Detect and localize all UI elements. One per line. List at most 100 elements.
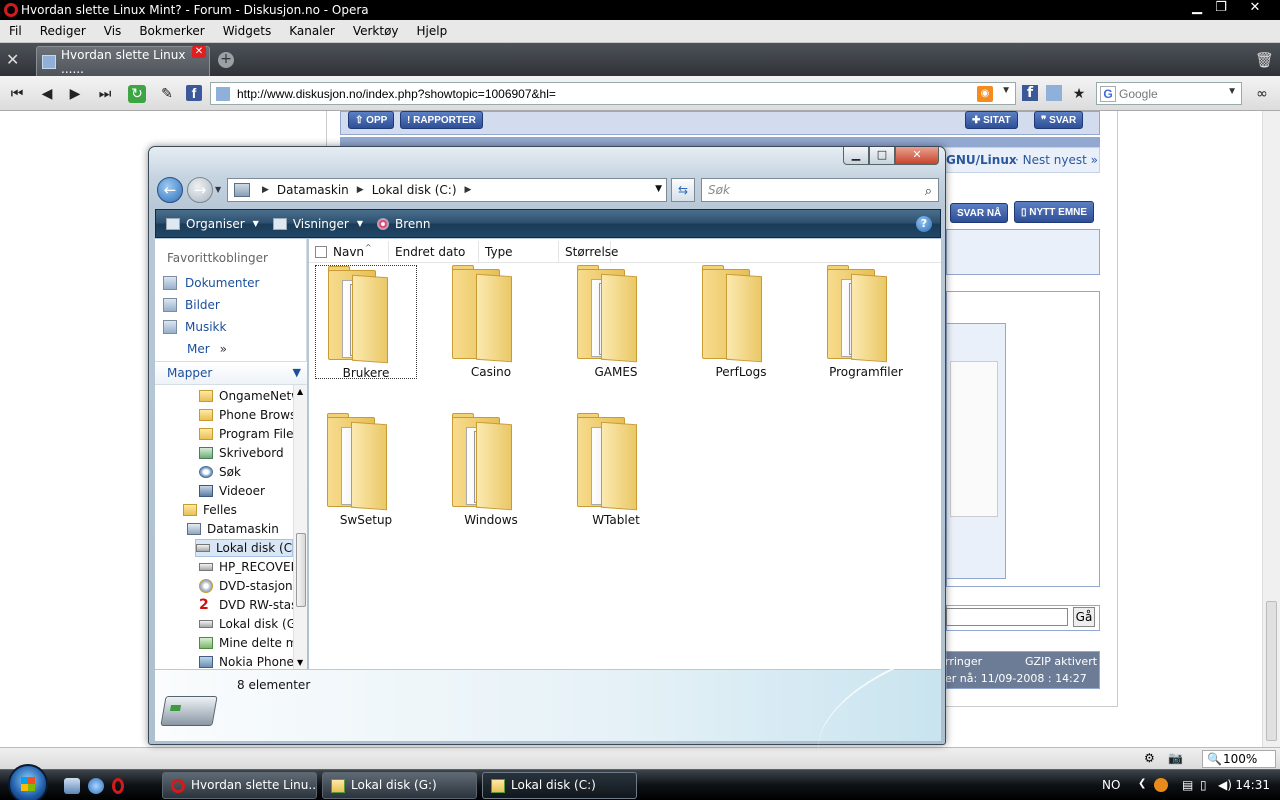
address-bar[interactable]: http://www.diskusjon.no/index.php?showto…: [210, 82, 1016, 105]
go-button[interactable]: Gå: [1073, 607, 1095, 627]
tree-item[interactable]: Felles: [183, 501, 293, 519]
opera-quicklaunch-icon[interactable]: [112, 778, 124, 794]
opp-button[interactable]: ⇧ OPP: [348, 111, 395, 129]
tab-forum[interactable]: Hvordan slette Linux ...... ✕: [36, 46, 210, 76]
explorer-back-button[interactable]: ←: [157, 177, 183, 203]
tree-item[interactable]: Søk: [199, 463, 293, 481]
ie-icon[interactable]: [88, 778, 104, 794]
organize-button[interactable]: Organiser ▼: [166, 217, 259, 231]
folders-header[interactable]: Mapper ▼: [155, 361, 307, 385]
network-icon[interactable]: ▤: [1182, 778, 1193, 792]
breadcrumb-separator-icon[interactable]: ▶: [465, 185, 472, 195]
tools-icon[interactable]: ✕: [6, 51, 26, 69]
menu-fil[interactable]: Fil: [0, 24, 31, 38]
volume-icon[interactable]: ◀): [1218, 778, 1232, 792]
rss-icon[interactable]: ◉: [977, 86, 993, 102]
minimize-button[interactable]: ▁: [1184, 0, 1210, 18]
fast-forward-icon[interactable]: ⏭: [96, 85, 114, 103]
tree-scrollbar[interactable]: ▲ ▼: [293, 385, 307, 669]
facebook-panel-icon[interactable]: f: [1022, 85, 1038, 101]
zoom-control[interactable]: 🔍 100%: [1202, 750, 1276, 768]
menu-vis[interactable]: Vis: [95, 24, 131, 38]
tree-scrollbar-thumb[interactable]: [296, 533, 306, 607]
tree-item[interactable]: Datamaskin: [187, 520, 293, 538]
explorer-minimize-button[interactable]: ▁: [843, 147, 869, 165]
tree-item[interactable]: HP_RECOVER: [199, 558, 293, 576]
maximize-button[interactable]: ❐: [1208, 0, 1234, 18]
folder-item[interactable]: WTablet: [565, 413, 667, 527]
refresh-button[interactable]: ⇆: [671, 178, 695, 202]
power-icon[interactable]: ▯: [1200, 778, 1207, 792]
clock[interactable]: 14:31: [1235, 778, 1270, 792]
address-history-dropdown-icon[interactable]: ▼: [655, 184, 662, 194]
column-header-size[interactable]: Størrelse: [559, 241, 618, 263]
menu-bokmerker[interactable]: Bokmerker: [130, 24, 213, 38]
folder-item[interactable]: PerfLogs: [690, 265, 792, 379]
taskbar-button-opera[interactable]: Hvordan slette Linu...: [162, 772, 317, 799]
tree-item[interactable]: Lokal disk (G:: [199, 615, 293, 633]
sitat-button[interactable]: ✚ SITAT: [965, 111, 1018, 129]
explorer-maximize-button[interactable]: □: [869, 147, 895, 165]
tree-item[interactable]: 2 DVD RW-stasj: [199, 596, 293, 614]
explorer-close-button[interactable]: ✕: [895, 147, 939, 165]
rapporter-button[interactable]: ! RAPPORTER: [400, 111, 483, 129]
nest-nyest-link[interactable]: · Nest nyest »: [1015, 153, 1098, 167]
folder-item[interactable]: Brukere: [315, 265, 417, 380]
back-icon[interactable]: ◀: [38, 85, 56, 103]
explorer-search-input[interactable]: Søk ⌕: [701, 178, 939, 202]
close-button[interactable]: ✕: [1242, 0, 1268, 18]
taskbar-button-disk-g[interactable]: Lokal disk (G:): [322, 772, 477, 799]
favorite-musikk[interactable]: Musikk: [163, 317, 226, 337]
panel-icon[interactable]: ⚙: [1144, 751, 1155, 765]
menu-verktoy[interactable]: Verktøy: [344, 24, 408, 38]
new-tab-icon[interactable]: +: [218, 52, 234, 68]
star-icon[interactable]: ★: [1070, 85, 1088, 103]
tree-item[interactable]: OngameNetw: [199, 387, 293, 405]
views-button[interactable]: Visninger ▼: [272, 217, 363, 231]
forum-jump-select[interactable]: [946, 608, 1068, 626]
tab-close-icon[interactable]: ✕: [192, 46, 206, 58]
tree-item[interactable]: Mine delte m: [199, 634, 293, 652]
search-icon[interactable]: ⌕: [925, 181, 932, 203]
breadcrumb[interactable]: ▶ Datamaskin ▶ Lokal disk (C:) ▶ ▼: [227, 178, 667, 202]
help-icon[interactable]: ?: [916, 216, 932, 232]
select-all-checkbox[interactable]: [315, 246, 327, 258]
scroll-down-icon[interactable]: ▼: [297, 658, 303, 667]
page-scrollbar[interactable]: [1262, 111, 1280, 747]
tray-app-icon[interactable]: [1154, 778, 1168, 792]
folder-item[interactable]: Programfiler: [815, 265, 917, 379]
scroll-up-icon[interactable]: ▲: [297, 387, 303, 396]
column-header-name[interactable]: ^ Navn: [327, 241, 389, 263]
svar-na-button[interactable]: SVAR NÅ: [950, 203, 1009, 223]
language-indicator[interactable]: NO: [1102, 778, 1120, 792]
forward-icon[interactable]: ▶: [66, 85, 84, 103]
breadcrumb-item-datamaskin[interactable]: Datamaskin: [277, 183, 349, 197]
burn-button[interactable]: Brenn: [376, 217, 430, 231]
favorites-more[interactable]: Mer »: [187, 339, 227, 359]
tree-item[interactable]: Program Files: [199, 425, 293, 443]
reply-textarea[interactable]: [950, 361, 998, 517]
folder-item[interactable]: Windows: [440, 413, 542, 527]
start-button[interactable]: [8, 764, 48, 800]
nytt-emne-button[interactable]: ▯ NYTT EMNE: [1014, 201, 1095, 223]
folder-item[interactable]: GAMES: [565, 265, 667, 379]
facebook-icon[interactable]: f: [186, 85, 202, 101]
trash-icon[interactable]: 🗑: [1255, 51, 1274, 69]
breadcrumb-separator-icon[interactable]: ▶: [262, 185, 269, 195]
taskbar-button-disk-c[interactable]: Lokal disk (C:): [482, 772, 637, 799]
gnu-linux-link[interactable]: GNU/Linux: [946, 153, 1017, 167]
scrollbar-thumb[interactable]: [1266, 601, 1277, 741]
tree-item[interactable]: Videoer: [199, 482, 293, 500]
favorite-dokumenter[interactable]: Dokumenter: [163, 273, 259, 293]
folder-item[interactable]: Casino: [440, 265, 542, 379]
show-desktop-icon[interactable]: [64, 778, 80, 794]
favorite-bilder[interactable]: Bilder: [163, 295, 220, 315]
menu-kanaler[interactable]: Kanaler: [280, 24, 344, 38]
reload-icon[interactable]: ↻: [128, 85, 146, 103]
breadcrumb-separator-icon[interactable]: ▶: [357, 185, 364, 195]
column-header-date[interactable]: Endret dato: [389, 241, 479, 263]
opera-glasses-icon[interactable]: ∞: [1250, 85, 1274, 103]
tree-item[interactable]: Skrivebord: [199, 444, 293, 462]
tree-item[interactable]: Lokal disk (C:: [195, 539, 293, 557]
menu-rediger[interactable]: Rediger: [31, 24, 95, 38]
